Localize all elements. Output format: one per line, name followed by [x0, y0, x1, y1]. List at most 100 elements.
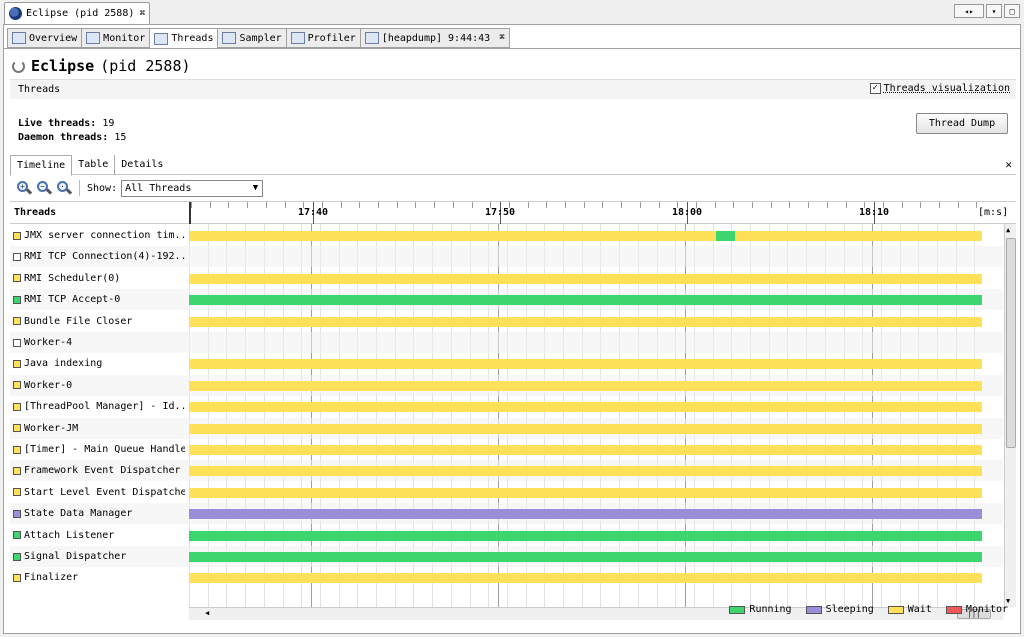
tab-label: Sampler: [239, 32, 282, 44]
daemon-threads-value: 15: [114, 132, 127, 143]
dropdown-icon[interactable]: ▾: [986, 4, 1002, 18]
thread-name: Start Level Event Dispatcher: [13, 487, 185, 498]
thread-track: [189, 268, 982, 289]
thread-name-label: Worker-0: [24, 379, 73, 391]
thread-track: [189, 375, 982, 396]
show-select[interactable]: All Threads ▼: [121, 179, 264, 197]
tab-details[interactable]: Details: [115, 155, 169, 175]
thread-row[interactable]: Finalizer: [10, 567, 1003, 588]
thread-name-label: State Data Manager: [24, 508, 133, 520]
scroll-thumb[interactable]: [1006, 238, 1016, 448]
eclipse-icon: [9, 7, 22, 20]
legend-swatch: [945, 605, 962, 614]
thread-dump-button[interactable]: Thread Dump: [916, 113, 1008, 134]
close-icon[interactable]: ⌘: [140, 9, 145, 19]
zoom-in-icon[interactable]: +: [16, 180, 33, 196]
thread-row[interactable]: [ThreadPool Manager] - Id...: [10, 396, 1003, 417]
thread-state-swatch: [13, 488, 21, 497]
tab-heapdump[interactable]: [heapdump] 9:44:43 ⌘: [359, 28, 510, 48]
thread-stats: Live threads: 19 Daemon threads: 15: [18, 117, 126, 145]
loading-icon: [12, 59, 25, 73]
checkbox-icon[interactable]: ✓: [869, 83, 881, 94]
show-select-value: All Threads: [125, 182, 192, 194]
chevron-down-icon: ▼: [252, 182, 259, 193]
thread-state-bar: [189, 231, 716, 241]
thread-row[interactable]: JMX server connection tim...: [10, 225, 1003, 246]
tab-threads[interactable]: Threads: [149, 28, 218, 49]
sampler-icon: [222, 32, 237, 44]
thread-state-swatch: [13, 274, 21, 283]
thread-state-swatch: [13, 381, 21, 390]
thread-name: RMI Scheduler(0): [13, 273, 185, 284]
thread-state-swatch: [13, 509, 21, 518]
thread-row[interactable]: Java indexing: [10, 353, 1003, 374]
thread-name: Java indexing: [13, 358, 185, 369]
thread-name: JMX server connection tim...: [13, 230, 185, 241]
thread-row[interactable]: Signal Dispatcher: [10, 546, 1003, 567]
minor-tick: [901, 202, 903, 208]
minor-tick: [527, 202, 529, 208]
thread-row[interactable]: RMI Scheduler(0): [10, 268, 1003, 289]
thread-name: Worker-0: [13, 380, 185, 391]
vertical-scrollbar[interactable]: ▲ ▼: [1004, 224, 1016, 607]
maximize-icon[interactable]: □: [1004, 4, 1020, 18]
tab-profiler[interactable]: Profiler: [285, 28, 360, 48]
thread-row[interactable]: Framework Event Dispatcher: [10, 460, 1003, 482]
thread-name-label: Bundle File Closer: [24, 315, 133, 327]
tab-overview[interactable]: Overview: [7, 28, 82, 48]
profiler-icon: [290, 32, 305, 44]
thread-row[interactable]: RMI TCP Accept-0: [10, 289, 1003, 311]
show-label: Show:: [87, 182, 118, 194]
tab-table[interactable]: Table: [72, 154, 116, 175]
zoom-fit-icon[interactable]: ·: [56, 180, 73, 196]
thread-row[interactable]: State Data Manager: [10, 503, 1003, 525]
minor-tick: [752, 202, 753, 208]
thread-row[interactable]: Worker-4: [10, 332, 1003, 353]
checkbox-label: Threads visualization: [883, 83, 1010, 94]
minor-tick: [939, 202, 940, 208]
thread-row[interactable]: Worker-JM: [10, 417, 1003, 439]
minor-tick: [452, 202, 454, 208]
window-tab[interactable]: Eclipse (pid 2588) ⌘: [4, 2, 150, 24]
minor-tick: [583, 202, 585, 208]
thread-state-bar: [735, 231, 982, 241]
thread-state-bar: [715, 231, 736, 241]
thread-name-label: RMI TCP Accept-0: [24, 294, 121, 306]
thread-name-label: [Timer] - Main Queue Handler: [24, 444, 185, 455]
sub-tabs: Timeline Table Details ✕: [10, 154, 1016, 176]
minor-tick: [826, 202, 828, 208]
zoom-out-icon[interactable]: −: [36, 180, 53, 196]
close-icon[interactable]: ⌘: [499, 33, 504, 43]
thread-row[interactable]: Worker-0: [10, 374, 1003, 396]
threads-visualization-checkbox[interactable]: ✓ Threads visualization: [869, 83, 1010, 94]
tab-monitor[interactable]: Monitor: [81, 28, 150, 48]
close-icon[interactable]: ✕: [1005, 158, 1012, 171]
scroll-up-icon[interactable]: ▲: [1006, 226, 1010, 234]
scroll-left-icon[interactable]: ◀: [205, 609, 209, 617]
thread-state-swatch: [13, 445, 21, 454]
app-pid: (pid 2588): [100, 57, 191, 75]
minor-tick: [957, 202, 959, 208]
thread-row[interactable]: Attach Listener: [10, 525, 1003, 546]
thread-state-swatch: [13, 317, 21, 326]
tab-label: Threads: [171, 33, 214, 44]
thread-row[interactable]: RMI TCP Connection(4)-192...: [10, 246, 1003, 268]
nav-arrows-icon[interactable]: ◂▸: [954, 4, 984, 18]
thread-row[interactable]: [Timer] - Main Queue Handler: [10, 439, 1003, 460]
time-tick-label: 17:50: [484, 207, 516, 218]
thread-name: Signal Dispatcher: [13, 551, 185, 562]
thread-name-label: Worker-4: [24, 337, 73, 348]
thread-row[interactable]: Bundle File Closer: [10, 311, 1003, 332]
thread-track: [189, 567, 982, 588]
thread-state-bar: [189, 552, 982, 562]
tab-sampler[interactable]: Sampler: [217, 28, 286, 48]
tab-timeline[interactable]: Timeline: [10, 154, 73, 176]
thread-state-swatch: [13, 402, 21, 411]
thread-track: [189, 225, 982, 246]
thread-state-bar: [189, 509, 982, 520]
minor-tick: [920, 202, 922, 208]
thread-row[interactable]: Start Level Event Dispatcher: [10, 482, 1003, 503]
thread-name-label: Attach Listener: [24, 529, 115, 541]
thread-name: [Timer] - Main Queue Handler: [13, 444, 185, 455]
thread-track: [189, 546, 982, 567]
